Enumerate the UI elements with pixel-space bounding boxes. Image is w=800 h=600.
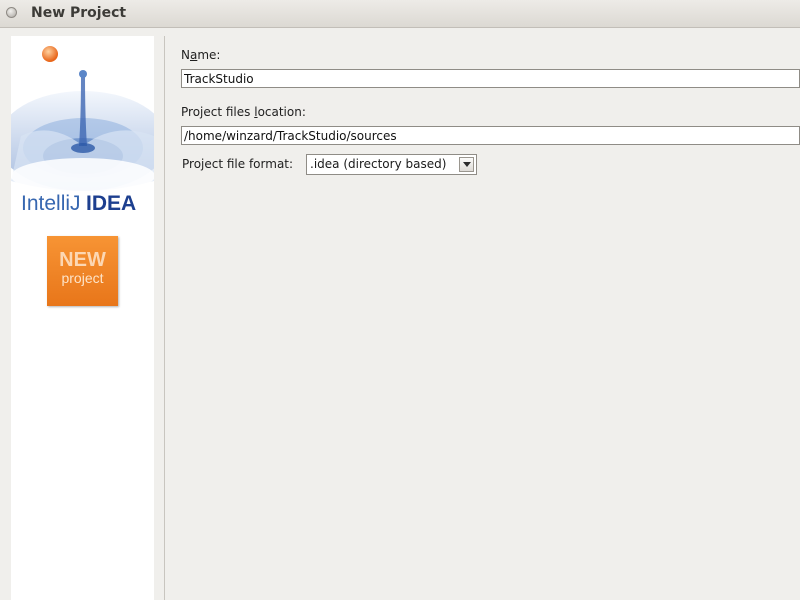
intellij-idea-logo: IntelliJ IDEA	[11, 46, 154, 215]
window-title: New Project	[31, 5, 127, 21]
project-format-select[interactable]: .idea (directory based)	[306, 154, 477, 175]
title-bar: New Project	[0, 0, 800, 28]
project-location-input[interactable]	[181, 126, 800, 145]
location-label: Project files location:	[181, 105, 306, 119]
window-close-button[interactable]	[6, 7, 17, 18]
panel-divider	[164, 36, 165, 600]
chevron-down-icon[interactable]	[459, 157, 474, 172]
project-format-value: .idea (directory based)	[310, 157, 447, 171]
logo-text-intellij: IntelliJ	[21, 192, 81, 215]
name-label: Name:	[181, 48, 221, 62]
wizard-side-panel: IntelliJ IDEA NEW project	[11, 36, 154, 600]
badge-title: NEW	[59, 249, 106, 271]
new-project-badge: NEW project	[47, 236, 118, 306]
badge-subtitle: project	[61, 270, 104, 286]
logo-text-idea: IDEA	[86, 192, 136, 215]
project-name-input[interactable]	[181, 69, 800, 88]
format-label: Project file format:	[182, 157, 294, 171]
